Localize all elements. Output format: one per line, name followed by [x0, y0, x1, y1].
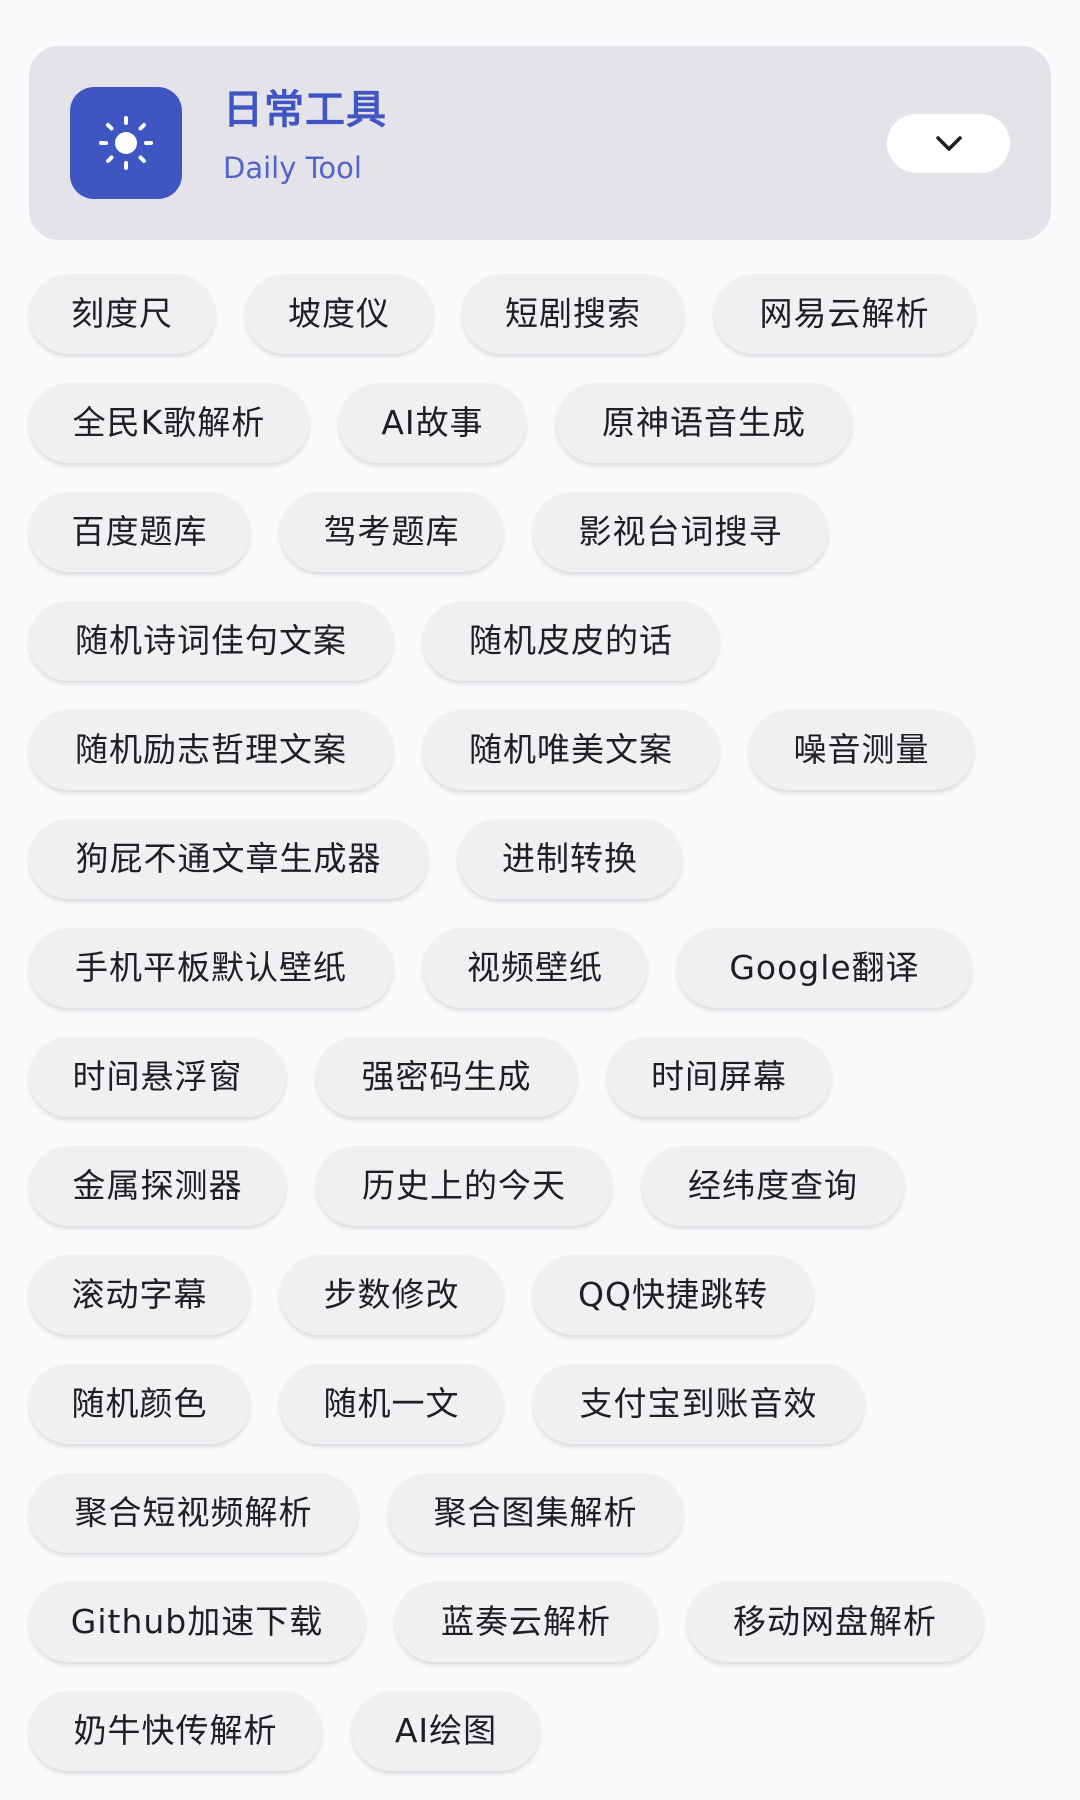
tool-chip[interactable]: Github加速下载: [29, 1582, 365, 1662]
chevron-down-icon: [936, 136, 962, 151]
tool-chip[interactable]: 步数修改: [280, 1255, 503, 1335]
chip-row: 滚动字幕 步数修改 QQ快捷跳转: [29, 1255, 1051, 1335]
tool-chip[interactable]: 历史上的今天: [316, 1146, 612, 1226]
tool-chip[interactable]: 随机一文: [280, 1364, 503, 1444]
tool-chip[interactable]: Google翻译: [677, 928, 972, 1008]
chip-row: 手机平板默认壁纸 视频壁纸 Google翻译: [29, 928, 1051, 1008]
tool-chip[interactable]: AI绘图: [352, 1691, 540, 1771]
tool-chip[interactable]: 金属探测器: [29, 1146, 286, 1226]
tool-chip[interactable]: 随机唯美文案: [423, 710, 719, 790]
category-title: 日常工具: [223, 87, 387, 133]
chip-row: 时间悬浮窗 强密码生成 时间屏幕: [29, 1037, 1051, 1117]
tool-chip[interactable]: 刻度尺: [29, 274, 215, 354]
tool-chip[interactable]: 百度题库: [29, 492, 250, 572]
tool-chip[interactable]: 狗屁不通文章生成器: [29, 819, 428, 899]
tool-chip[interactable]: AI故事: [339, 383, 526, 463]
tool-chip[interactable]: 随机颜色: [29, 1364, 250, 1444]
chip-row: Github加速下载 蓝奏云解析 移动网盘解析: [29, 1582, 1051, 1662]
chip-row: 刻度尺 坡度仪 短剧搜索 网易云解析: [29, 274, 1051, 354]
chip-row: 全民K歌解析 AI故事 原神语音生成: [29, 383, 1051, 463]
chip-row: 狗屁不通文章生成器 进制转换: [29, 819, 1051, 899]
tool-chip[interactable]: 短剧搜索: [462, 274, 684, 354]
tool-chip[interactable]: 驾考题库: [280, 492, 503, 572]
tool-chip[interactable]: 手机平板默认壁纸: [29, 928, 393, 1008]
tool-chip[interactable]: 随机励志哲理文案: [29, 710, 393, 790]
tool-chip[interactable]: 聚合短视频解析: [29, 1473, 358, 1553]
tool-chip[interactable]: 奶牛快传解析: [29, 1691, 322, 1771]
tool-chip[interactable]: 聚合图集解析: [388, 1473, 683, 1553]
tool-chip[interactable]: 随机诗词佳句文案: [29, 601, 393, 681]
tool-chip[interactable]: 强密码生成: [316, 1037, 577, 1117]
chip-row: 金属探测器 历史上的今天 经纬度查询: [29, 1146, 1051, 1226]
tool-chip[interactable]: 网易云解析: [714, 274, 975, 354]
chip-row: 百度题库 驾考题库 影视台词搜寻: [29, 492, 1051, 572]
tool-chip[interactable]: 蓝奏云解析: [395, 1582, 657, 1662]
tool-chip[interactable]: 时间悬浮窗: [29, 1037, 286, 1117]
tool-chip[interactable]: 支付宝到账音效: [533, 1364, 864, 1444]
tool-chip-grid: 刻度尺 坡度仪 短剧搜索 网易云解析 全民K歌解析 AI故事 原神语音生成 百度…: [29, 274, 1051, 1800]
chip-row: 随机诗词佳句文案 随机皮皮的话: [29, 601, 1051, 681]
tool-chip[interactable]: 进制转换: [458, 819, 682, 899]
tool-chip[interactable]: 坡度仪: [245, 274, 433, 354]
chip-row: 随机颜色 随机一文 支付宝到账音效: [29, 1364, 1051, 1444]
sun-icon: [99, 116, 153, 170]
tool-chip[interactable]: 噪音测量: [749, 710, 974, 790]
tool-chip[interactable]: 移动网盘解析: [687, 1582, 983, 1662]
tool-chip[interactable]: 经纬度查询: [642, 1146, 904, 1226]
tool-chip[interactable]: 全民K歌解析: [29, 383, 309, 463]
tool-chip[interactable]: 视频壁纸: [423, 928, 647, 1008]
chip-row: 聚合短视频解析 聚合图集解析: [29, 1473, 1051, 1553]
tool-chip[interactable]: QQ快捷跳转: [533, 1255, 813, 1335]
category-subtitle: Daily Tool: [223, 151, 362, 185]
tool-chip[interactable]: 随机皮皮的话: [423, 601, 719, 681]
tool-chip[interactable]: 时间屏幕: [607, 1037, 831, 1117]
tool-category-header[interactable]: 日常工具 Daily Tool: [29, 46, 1051, 240]
category-icon-badge: [70, 87, 182, 199]
tool-chip[interactable]: 影视台词搜寻: [533, 492, 828, 572]
tool-chip[interactable]: 原神语音生成: [556, 383, 852, 463]
chip-row: 随机励志哲理文案 随机唯美文案 噪音测量: [29, 710, 1051, 790]
tool-chip[interactable]: 滚动字幕: [29, 1255, 250, 1335]
chip-row: 奶牛快传解析 AI绘图: [29, 1691, 1051, 1771]
expand-button[interactable]: [887, 114, 1010, 173]
